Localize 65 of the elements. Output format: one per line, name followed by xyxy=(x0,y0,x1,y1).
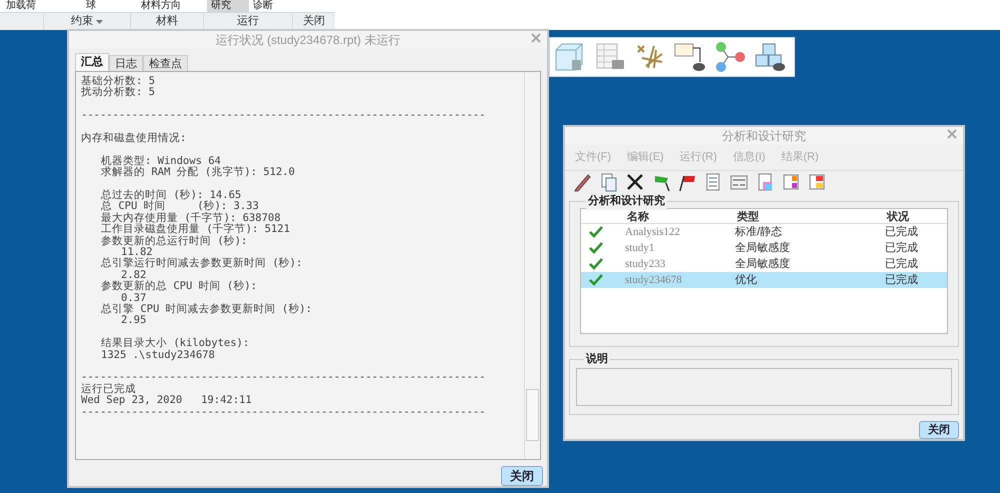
table-row[interactable]: study234678 优化 已完成 xyxy=(581,272,947,288)
column-header: 状况 xyxy=(886,210,910,225)
close-icon[interactable] xyxy=(531,33,541,43)
log-line: 总 CPU 时间 (秒): 3.33 xyxy=(101,200,259,212)
log-line: 2.95 xyxy=(121,314,146,326)
log-line: 0.37 xyxy=(121,292,146,304)
tab[interactable]: 检查点 xyxy=(143,55,188,71)
log-line: ---------------------------------------------------------------- xyxy=(81,109,486,122)
column-header: 类型 xyxy=(736,210,760,225)
log-line: 总过去的时间 (秒): 14.65 xyxy=(101,189,242,201)
ribbon-button[interactable]: 加载荷 xyxy=(2,0,82,12)
group-label: 材料 xyxy=(156,14,178,30)
table-cell-text: 已完成 xyxy=(884,272,919,288)
group-label: 约束 xyxy=(71,14,93,30)
table-cell-text: 优化 xyxy=(734,273,758,288)
log-line: 工作目录磁盘使用量 (千字节): 5121 xyxy=(101,223,290,236)
copy-icon[interactable] xyxy=(599,172,619,192)
window-title: 运行状况 (study234678.rpt) 未运行 xyxy=(216,32,400,49)
group-label: 关闭 xyxy=(303,14,325,30)
column-header: 名称 xyxy=(626,210,650,225)
group-label: 运行 xyxy=(237,14,259,30)
table-cell-text: 已完成 xyxy=(884,256,919,272)
log-line: 运行已完成 xyxy=(81,382,136,395)
close-button[interactable]: 关闭 xyxy=(501,466,543,486)
group-title: 分析和设计研究 xyxy=(586,193,667,210)
log-line: 最大内存使用量 (千字节): 638708 xyxy=(101,212,281,224)
color-chart-icon[interactable] xyxy=(781,172,801,192)
log-line: ---------------------------------------------------------------- xyxy=(81,406,486,418)
color-chart-icon[interactable] xyxy=(807,172,827,192)
delete-icon[interactable] xyxy=(625,172,645,192)
log-line: ---------------------------------------------------------------- xyxy=(81,371,486,384)
tab[interactable]: 日志 xyxy=(109,55,143,71)
tab[interactable]: 汇总 xyxy=(75,53,109,71)
pencil-icon[interactable] xyxy=(573,172,593,192)
log-line: 机器类型: Windows 64 xyxy=(101,154,221,167)
log-line: 总引擎 CPU 时间减去参数更新时间 (秒): xyxy=(101,303,312,316)
description-field[interactable] xyxy=(576,368,952,406)
log-line: 11.82 xyxy=(121,246,153,258)
log-line: 内存和磁盘使用情况: xyxy=(81,132,186,144)
log-line: 参数更新的总 CPU 时间 (秒): xyxy=(101,280,257,292)
close-icon[interactable] xyxy=(947,129,957,139)
ribbon-button[interactable]: 球 xyxy=(82,0,137,12)
ribbon-button[interactable]: 诊断 xyxy=(249,0,299,12)
log-line: 1325 .\study234678 xyxy=(101,348,215,361)
table-cell-text: 已完成 xyxy=(884,224,919,240)
table-cell-text: study234678 xyxy=(624,273,683,288)
scrollbar[interactable] xyxy=(524,72,540,459)
log-line: Wed Sep 23, 2020 19:42:11 xyxy=(81,394,252,406)
log-line: 求解器的 RAM 分配 (兆字节): 512.0 xyxy=(101,166,295,178)
close-button[interactable]: 关闭 xyxy=(919,421,959,439)
table-cell-text: study1 xyxy=(624,241,656,256)
table-cell-text: Analysis122 xyxy=(624,225,681,240)
log-line: 2.82 xyxy=(121,268,146,281)
window-title: 分析和设计研究 xyxy=(722,128,806,145)
log-line: 基础分析数: 5 xyxy=(81,75,155,87)
table-cell-text: 已完成 xyxy=(884,240,919,256)
caret-icon[interactable] xyxy=(96,20,103,24)
table-cell-text: 全局敏感度 xyxy=(734,240,791,256)
table-cell-text: study233 xyxy=(624,257,666,272)
table-cell-text: 标准/静态 xyxy=(734,224,784,240)
log-line: 结果目录大小 (kilobytes): xyxy=(101,337,250,350)
table-cell-text: 全局敏感度 xyxy=(734,256,791,272)
log-line: 参数更新的总运行时间 (秒): xyxy=(101,234,248,247)
log-line: 总引擎运行时间减去参数更新时间 (秒): xyxy=(101,257,302,270)
log-line: 扰动分析数: 5 xyxy=(81,86,155,98)
